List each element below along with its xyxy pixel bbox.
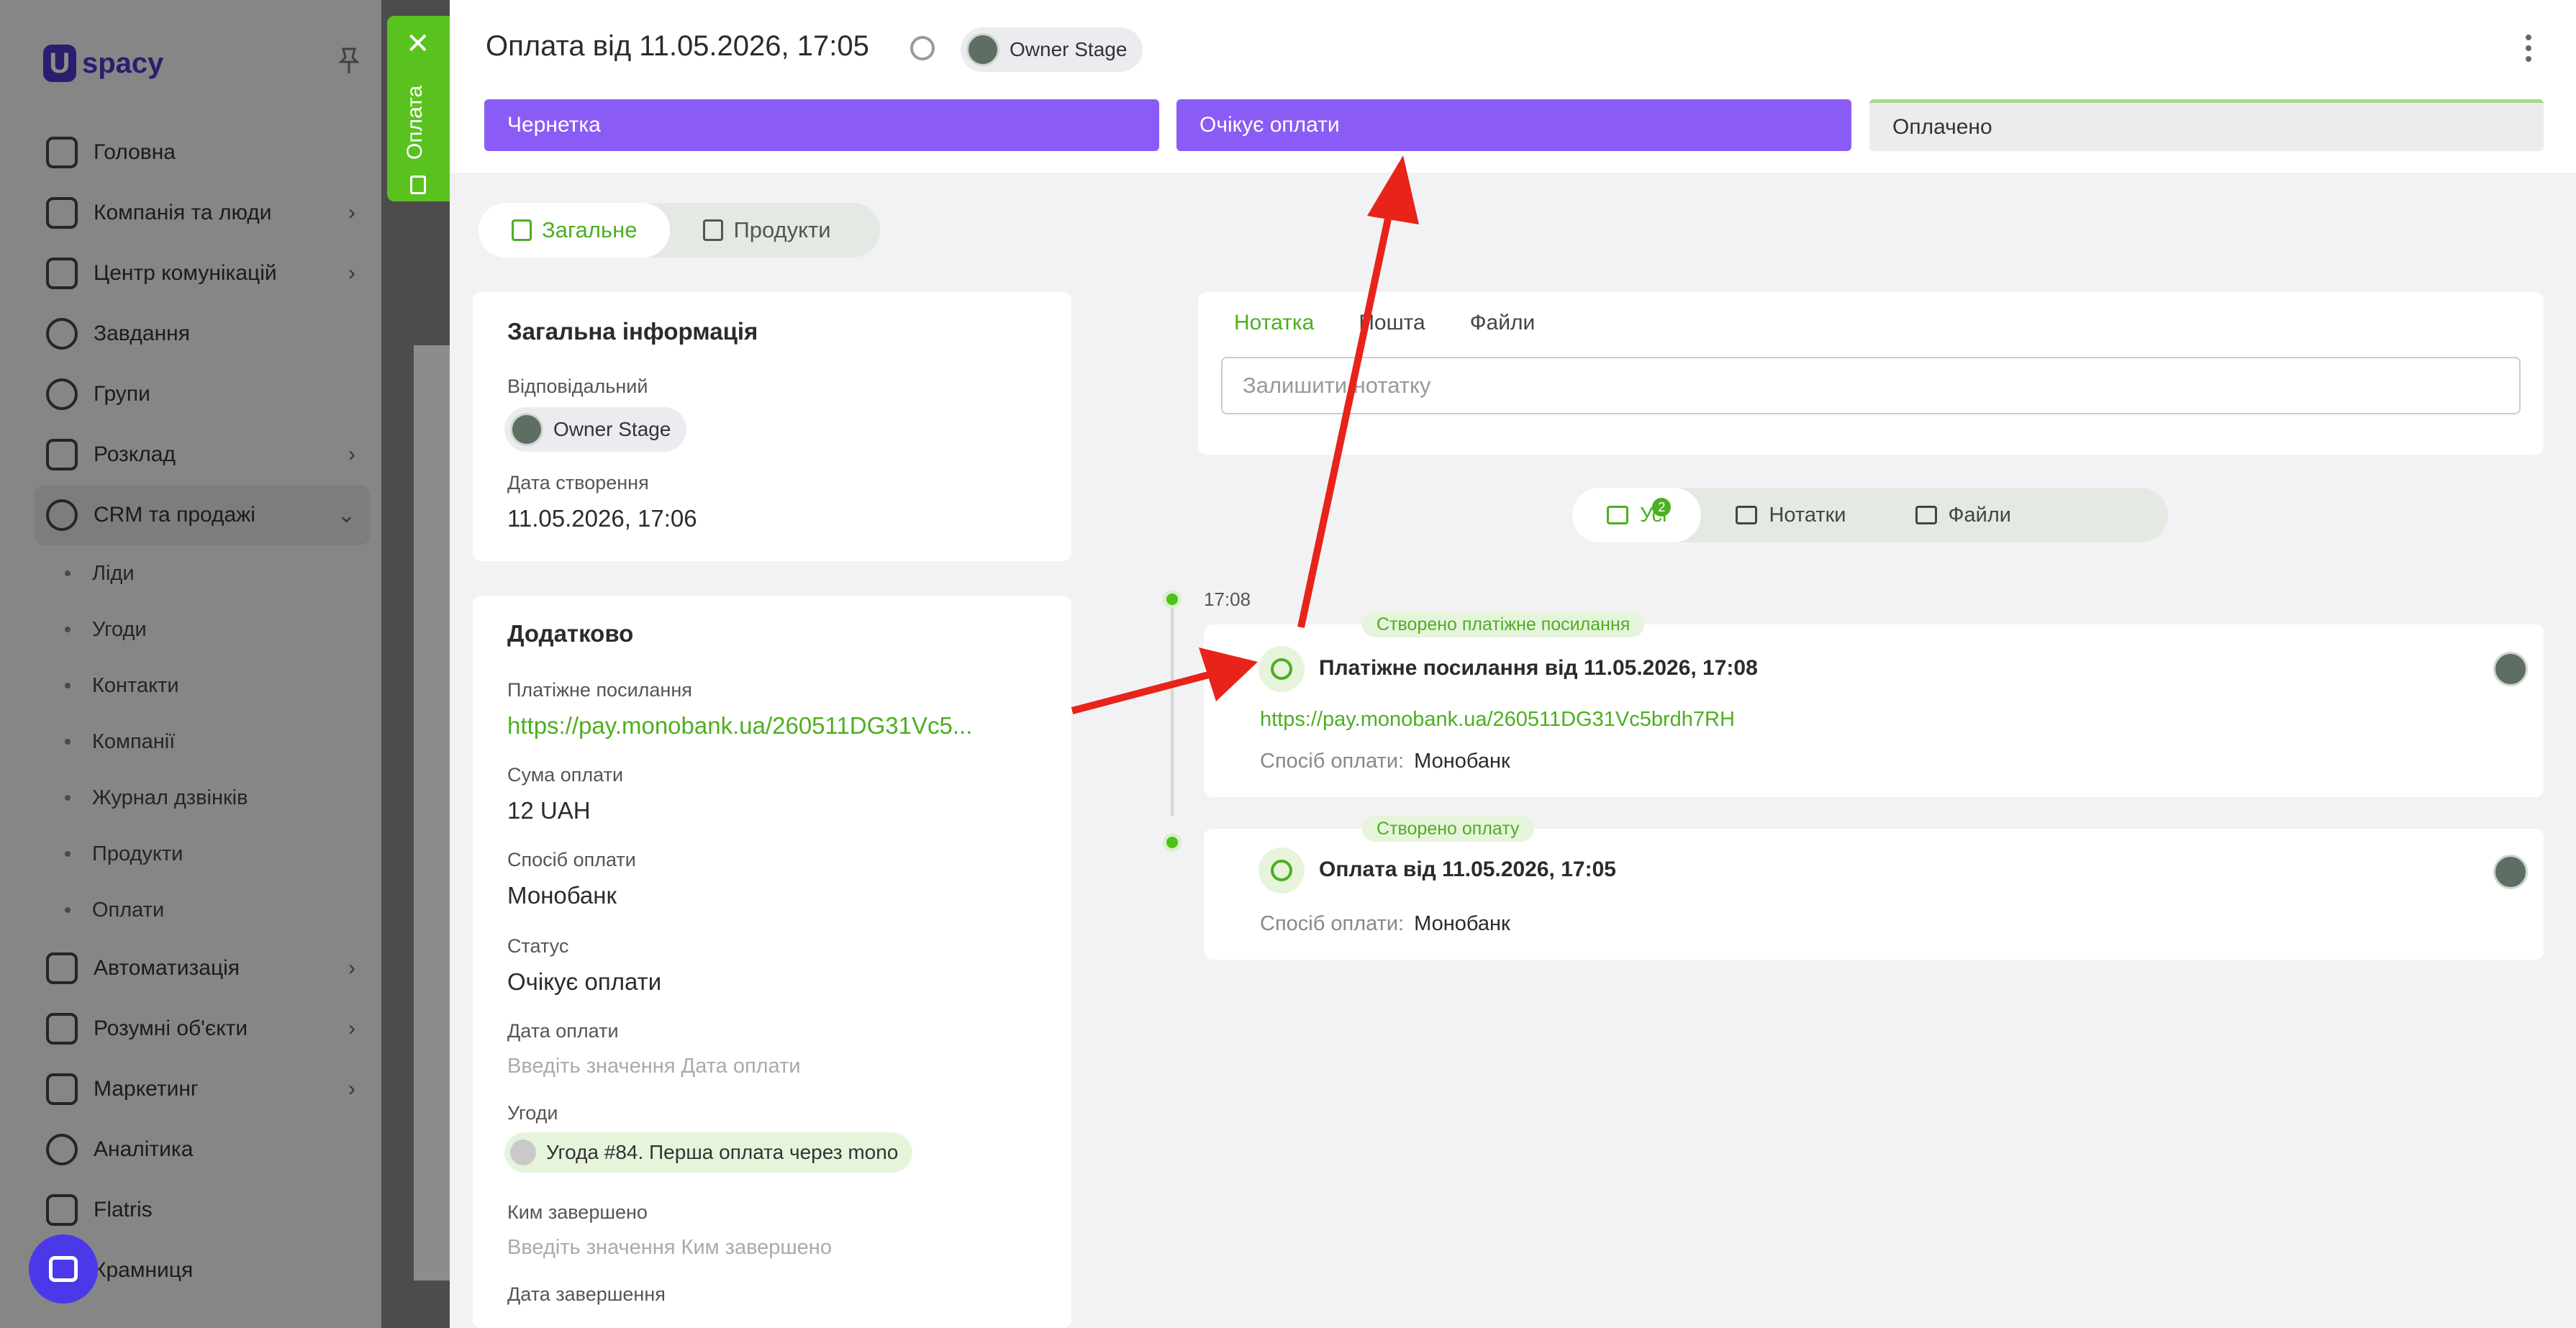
general-info-card: Загальна інформація Відповідальний Owner…	[473, 292, 1071, 561]
meta-value: Монобанк	[1414, 750, 1510, 773]
box-icon	[703, 219, 724, 241]
paid-date-field[interactable]: Введіть значення Дата оплати	[507, 1055, 801, 1078]
event-link[interactable]: https://pay.monobank.ua/260511DG31Vc5brd…	[1260, 708, 1735, 732]
support-chat-button[interactable]	[29, 1234, 98, 1304]
deal-name: Угода #84. Перша оплата через mono	[546, 1141, 899, 1163]
tab-mail[interactable]: Пошта	[1359, 311, 1425, 335]
payment-link-label: Платіжне посилання	[507, 679, 692, 701]
meta-label: Спосіб оплати:	[1260, 912, 1405, 935]
additional-card: Додатково Платіжне посилання https://pay…	[473, 596, 1071, 1328]
close-icon[interactable]: ✕	[406, 27, 430, 60]
side-tab-payment[interactable]: ✕ Оплата	[387, 16, 450, 201]
avatar	[510, 413, 543, 446]
avatar	[2493, 855, 2528, 889]
responsible-label: Відповідальний	[507, 376, 648, 397]
filter-label: Файли	[1948, 503, 2012, 527]
payment-icon	[1258, 847, 1305, 893]
chat-icon	[49, 1256, 78, 1282]
timeline-filters: Усі 2 Нотатки Файли	[1572, 488, 2168, 542]
deal-chip[interactable]: Угода #84. Перша оплата через mono	[504, 1132, 913, 1173]
event-title: Оплата від 11.05.2026, 17:05	[1319, 858, 1616, 881]
responsible-name: Owner Stage	[553, 418, 671, 440]
document-icon	[410, 176, 426, 194]
note-tabs: Нотатка Пошта Файли	[1234, 311, 1535, 335]
detail-tabs: Загальне Продукти	[479, 203, 880, 258]
copy-link-icon[interactable]	[910, 36, 935, 60]
event-tag: Створено платіжне посилання	[1362, 611, 1645, 637]
completed-date-label: Дата завершення	[507, 1283, 666, 1305]
page-title: Оплата від 11.05.2026, 17:05	[486, 30, 869, 62]
deal-icon	[510, 1140, 536, 1165]
created-value: 11.05.2026, 17:06	[507, 505, 697, 532]
event-meta: Спосіб оплати: Монобанк	[1260, 912, 1510, 936]
file-icon	[1915, 506, 1937, 524]
note-input[interactable]: Залишити нотатку	[1221, 357, 2521, 414]
timeline-dot	[1163, 833, 1182, 852]
stage-paid[interactable]: Оплачено	[1869, 99, 2544, 151]
timeline-dot	[1163, 590, 1182, 609]
meta-label: Спосіб оплати:	[1260, 750, 1405, 773]
tab-note[interactable]: Нотатка	[1234, 311, 1314, 335]
timeline-line	[1171, 600, 1174, 816]
payment-panel: Оплата від 11.05.2026, 17:05 Owner Stage…	[450, 0, 2576, 1328]
tab-label: Продукти	[733, 217, 831, 242]
amount-label: Сума оплати	[507, 764, 624, 786]
list-icon	[1607, 506, 1628, 524]
filter-label: Нотатки	[1769, 503, 1846, 527]
deals-label: Угоди	[507, 1102, 558, 1124]
method-label: Спосіб оплати	[507, 849, 636, 870]
payment-link[interactable]: https://pay.monobank.ua/260511DG31Vc5...	[507, 712, 972, 740]
owner-chip[interactable]: Owner Stage	[961, 27, 1143, 72]
card-title: Загальна інформація	[507, 318, 758, 345]
timeline-event[interactable]: Створено оплату Оплата від 11.05.2026, 1…	[1204, 816, 2544, 960]
responsible-chip[interactable]: Owner Stage	[504, 407, 687, 452]
modal-overlay[interactable]	[0, 0, 450, 1328]
panel-header: Оплата від 11.05.2026, 17:05 Owner Stage…	[450, 0, 2576, 173]
completed-by-field[interactable]: Введіть значення Ким завершено	[507, 1236, 832, 1260]
card-title: Додатково	[507, 620, 634, 647]
list-icon	[512, 219, 532, 241]
avatar	[2493, 652, 2528, 686]
tab-products[interactable]: Продукти	[670, 203, 863, 258]
timeline-event[interactable]: Створено платіжне посилання Платіжне пос…	[1204, 611, 2544, 797]
count-badge: 2	[1652, 498, 1672, 517]
event-title: Платіжне посилання від 11.05.2026, 17:08	[1319, 656, 1758, 680]
filter-files[interactable]: Файли	[1881, 488, 2046, 542]
event-tag: Створено оплату	[1362, 816, 1534, 842]
filter-all[interactable]: Усі 2	[1572, 488, 1702, 542]
stage-draft[interactable]: Чернетка	[484, 99, 1159, 151]
filter-notes[interactable]: Нотатки	[1701, 488, 1880, 542]
stage-awaiting-payment[interactable]: Очікує оплати	[1176, 99, 1851, 151]
paid-date-label: Дата оплати	[507, 1020, 619, 1042]
note-icon	[1736, 506, 1758, 524]
avatar	[966, 33, 999, 66]
created-label: Дата створення	[507, 472, 649, 494]
event-meta: Спосіб оплати: Монобанк	[1260, 750, 1510, 773]
meta-value: Монобанк	[1414, 912, 1510, 935]
more-menu-icon[interactable]	[2526, 35, 2533, 62]
link-icon	[1258, 646, 1305, 692]
status-value[interactable]: Очікує оплати	[507, 968, 661, 996]
completed-by-label: Ким завершено	[507, 1201, 648, 1223]
owner-name: Owner Stage	[1010, 38, 1128, 60]
timeline-time: 17:08	[1204, 588, 1251, 610]
tab-label: Загальне	[542, 217, 638, 242]
method-value[interactable]: Монобанк	[507, 882, 617, 909]
amount-value[interactable]: 12 UAH	[507, 797, 591, 824]
note-card: Нотатка Пошта Файли Залишити нотатку	[1198, 292, 2544, 455]
side-tab-label: Оплата	[403, 85, 427, 160]
tab-general[interactable]: Загальне	[479, 203, 671, 258]
tab-files[interactable]: Файли	[1470, 311, 1536, 335]
status-label: Статус	[507, 935, 569, 957]
